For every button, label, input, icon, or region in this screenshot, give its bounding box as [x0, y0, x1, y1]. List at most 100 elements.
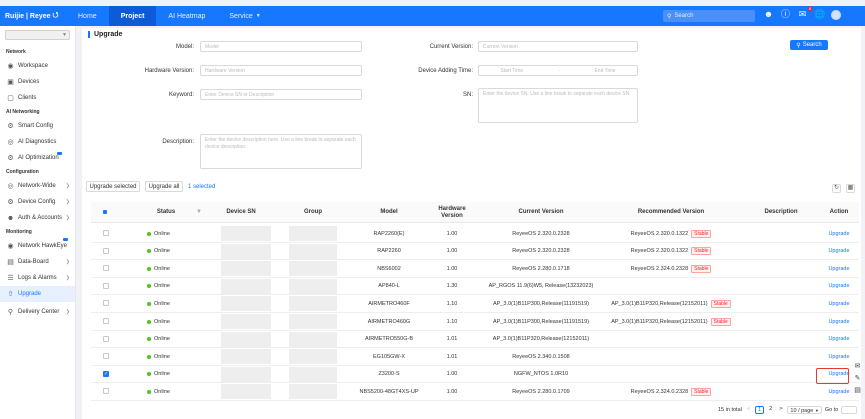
page-2-button[interactable]: 2 — [767, 406, 774, 414]
status-text: Online — [154, 283, 170, 290]
robot-assistant-icon[interactable]: ☻ — [763, 9, 774, 20]
status-text: Online — [154, 230, 170, 237]
sidebar-item-network-wide[interactable]: ◎ Network-Wide ❯ — [0, 178, 75, 194]
status-cell: Online — [147, 383, 187, 400]
nav-home[interactable]: Home — [66, 6, 109, 26]
hardware-version-cell: 1.01 — [446, 353, 458, 360]
sn-textarea[interactable]: Enter the device SN. Use a line break to… — [478, 88, 638, 123]
upgrade-link[interactable]: Upgrade — [819, 313, 859, 330]
hardware-version-cell: 1.01 — [446, 336, 458, 343]
sidebar-item-label: Data-Board — [18, 259, 49, 265]
upgrade-all-button[interactable]: Upgrade all — [145, 181, 183, 192]
project-selector[interactable]: ▼ — [5, 30, 70, 40]
current-version-cell: ReyeeOS 2.320.0.2328 — [512, 230, 570, 237]
avatar[interactable] — [831, 9, 841, 20]
sidebar-item-ai-diagnostics[interactable]: ◎ AI Diagnostics — [0, 134, 75, 150]
row-checkbox[interactable] — [103, 230, 109, 236]
upgrade-link[interactable]: Upgrade — [819, 295, 859, 312]
online-status-dot — [147, 284, 151, 289]
user-icon: ☻ — [6, 214, 15, 222]
sidebar-item-devices[interactable]: ▣ Devices — [0, 74, 75, 90]
hardware-version-input[interactable]: Hardware Version — [200, 65, 362, 76]
nav-service[interactable]: Service ▼ — [217, 6, 272, 26]
current-version-cell: ReyeeOS 2.340.0.1508 — [512, 353, 570, 360]
sidebar-item-auth-accounts[interactable]: ☻ Auth & Accounts ❯ — [0, 210, 75, 226]
page-title: Upgrade — [88, 31, 122, 38]
model-input[interactable]: Model — [200, 41, 362, 52]
group-redacted — [289, 384, 337, 400]
global-search-input[interactable]: ⚲ Search — [663, 10, 755, 22]
sidebar-item-logs-alarms[interactable]: ☰ Logs & Alarms ❯ — [0, 270, 75, 286]
select-all-checkbox[interactable] — [103, 210, 107, 214]
prev-page-button[interactable]: < — [745, 406, 752, 414]
nav-ai-heatmap[interactable]: AI Heatmap — [156, 6, 217, 26]
column-settings-icon[interactable]: ▦ — [846, 184, 855, 193]
row-checkbox[interactable] — [103, 282, 109, 289]
status-text: Online — [154, 300, 170, 307]
main-nav: Home Project AI Heatmap Service ▼ — [66, 6, 273, 26]
hardware-version-cell: 1.00 — [446, 230, 458, 237]
row-checkbox[interactable] — [103, 388, 109, 395]
refresh-icon[interactable]: ↻ — [832, 184, 841, 193]
upgrade-link[interactable]: Upgrade — [819, 260, 859, 277]
row-checkbox[interactable] — [103, 353, 109, 360]
chevron-down-icon: ▼ — [255, 13, 261, 19]
upgrade-link[interactable]: Upgrade — [819, 331, 859, 348]
hardware-version-cell: 1.00 — [446, 371, 458, 378]
upgrade-link[interactable]: Upgrade — [819, 243, 859, 260]
sidebar-item-workspace[interactable]: ◉ Workspace — [0, 58, 75, 74]
current-version-label: Current Version: — [429, 44, 473, 50]
sidebar-item-smart-config[interactable]: ⚙ Smart Config — [0, 118, 75, 134]
sidebar-item-label: Devices — [18, 79, 40, 85]
nav-project[interactable]: Project — [108, 6, 157, 26]
hardware-version-cell: 1.10 — [446, 318, 458, 325]
chat-icon[interactable]: ✉ — [853, 362, 862, 371]
filter-icon[interactable]: ▼ — [194, 202, 204, 223]
page-1-button[interactable]: 1 — [755, 406, 765, 414]
brand-logo[interactable]: Ruijie | Reyee ⭯ — [0, 11, 66, 22]
stable-tag: Stable — [691, 229, 712, 238]
start-time-field[interactable]: Start Time — [500, 68, 523, 74]
section-ai-networking: AI Networking — [6, 109, 40, 115]
sidebar-item-network-hawkeye[interactable]: ◉ Network HawkEye — [0, 238, 75, 254]
total-count: 15 in total — [718, 407, 742, 413]
sidebar-item-data-board[interactable]: ▤ Data-Board ❯ — [0, 254, 75, 270]
online-status-dot — [147, 266, 151, 271]
sidebar-item-delivery-center[interactable]: ⚲ Delivery Center ❯ — [0, 304, 75, 320]
description-textarea[interactable]: Enter the device description here. Use a… — [200, 134, 362, 169]
upgrade-link[interactable]: Upgrade — [819, 278, 859, 295]
language-globe-icon[interactable]: 🌐 — [814, 9, 825, 20]
sidebar-item-device-config[interactable]: ⚙ Device Config ❯ — [0, 194, 75, 210]
row-checkbox[interactable] — [103, 247, 109, 254]
row-checkbox[interactable]: ✓ — [103, 370, 109, 377]
upgrade-link[interactable]: Upgrade — [819, 225, 859, 242]
model-cell: AIRMETRO460F — [368, 300, 410, 307]
row-checkbox[interactable] — [103, 318, 109, 324]
sidebar-item-ai-optimization[interactable]: ⚙ AI Optimization — [0, 150, 75, 166]
page-size-select[interactable]: 10 / page ▼ — [787, 406, 822, 414]
end-time-field[interactable]: End Time — [594, 68, 615, 74]
section-monitoring: Monitoring — [6, 229, 32, 235]
date-range-picker[interactable]: Start Time - End Time — [478, 65, 638, 76]
row-checkbox[interactable] — [103, 300, 109, 307]
next-page-button[interactable]: > — [777, 406, 784, 414]
clipboard-icon[interactable]: ▤ — [853, 386, 862, 395]
current-version-input[interactable]: Current Version — [478, 41, 638, 52]
help-icon[interactable]: ⓘ — [780, 9, 791, 20]
model-cell: Z3200-S — [378, 371, 400, 378]
edit-icon[interactable]: ✎ — [853, 374, 862, 383]
chevron-right-icon: ❯ — [65, 215, 70, 221]
search-button[interactable]: ⚲ Search — [790, 40, 828, 50]
brand-text: Ruijie | Reyee — [5, 12, 51, 20]
highlight-box — [816, 368, 849, 384]
sidebar-item-clients[interactable]: ▢ Clients — [0, 90, 75, 106]
keyword-input[interactable]: Enter Device SN or Description — [200, 89, 362, 100]
recommended-version-text: ReyeeOS 2.324.0.2328 — [630, 265, 689, 272]
device-sn-redacted — [221, 331, 271, 347]
notification-bell-icon[interactable]: ✉ 8 — [797, 6, 812, 20]
row-checkbox[interactable] — [103, 335, 109, 342]
goto-page-input[interactable] — [841, 406, 858, 414]
sidebar-item-upgrade[interactable]: ⇧ Upgrade — [0, 286, 75, 302]
row-checkbox[interactable] — [103, 265, 109, 272]
upgrade-selected-button[interactable]: Upgrade selected — [86, 181, 140, 192]
